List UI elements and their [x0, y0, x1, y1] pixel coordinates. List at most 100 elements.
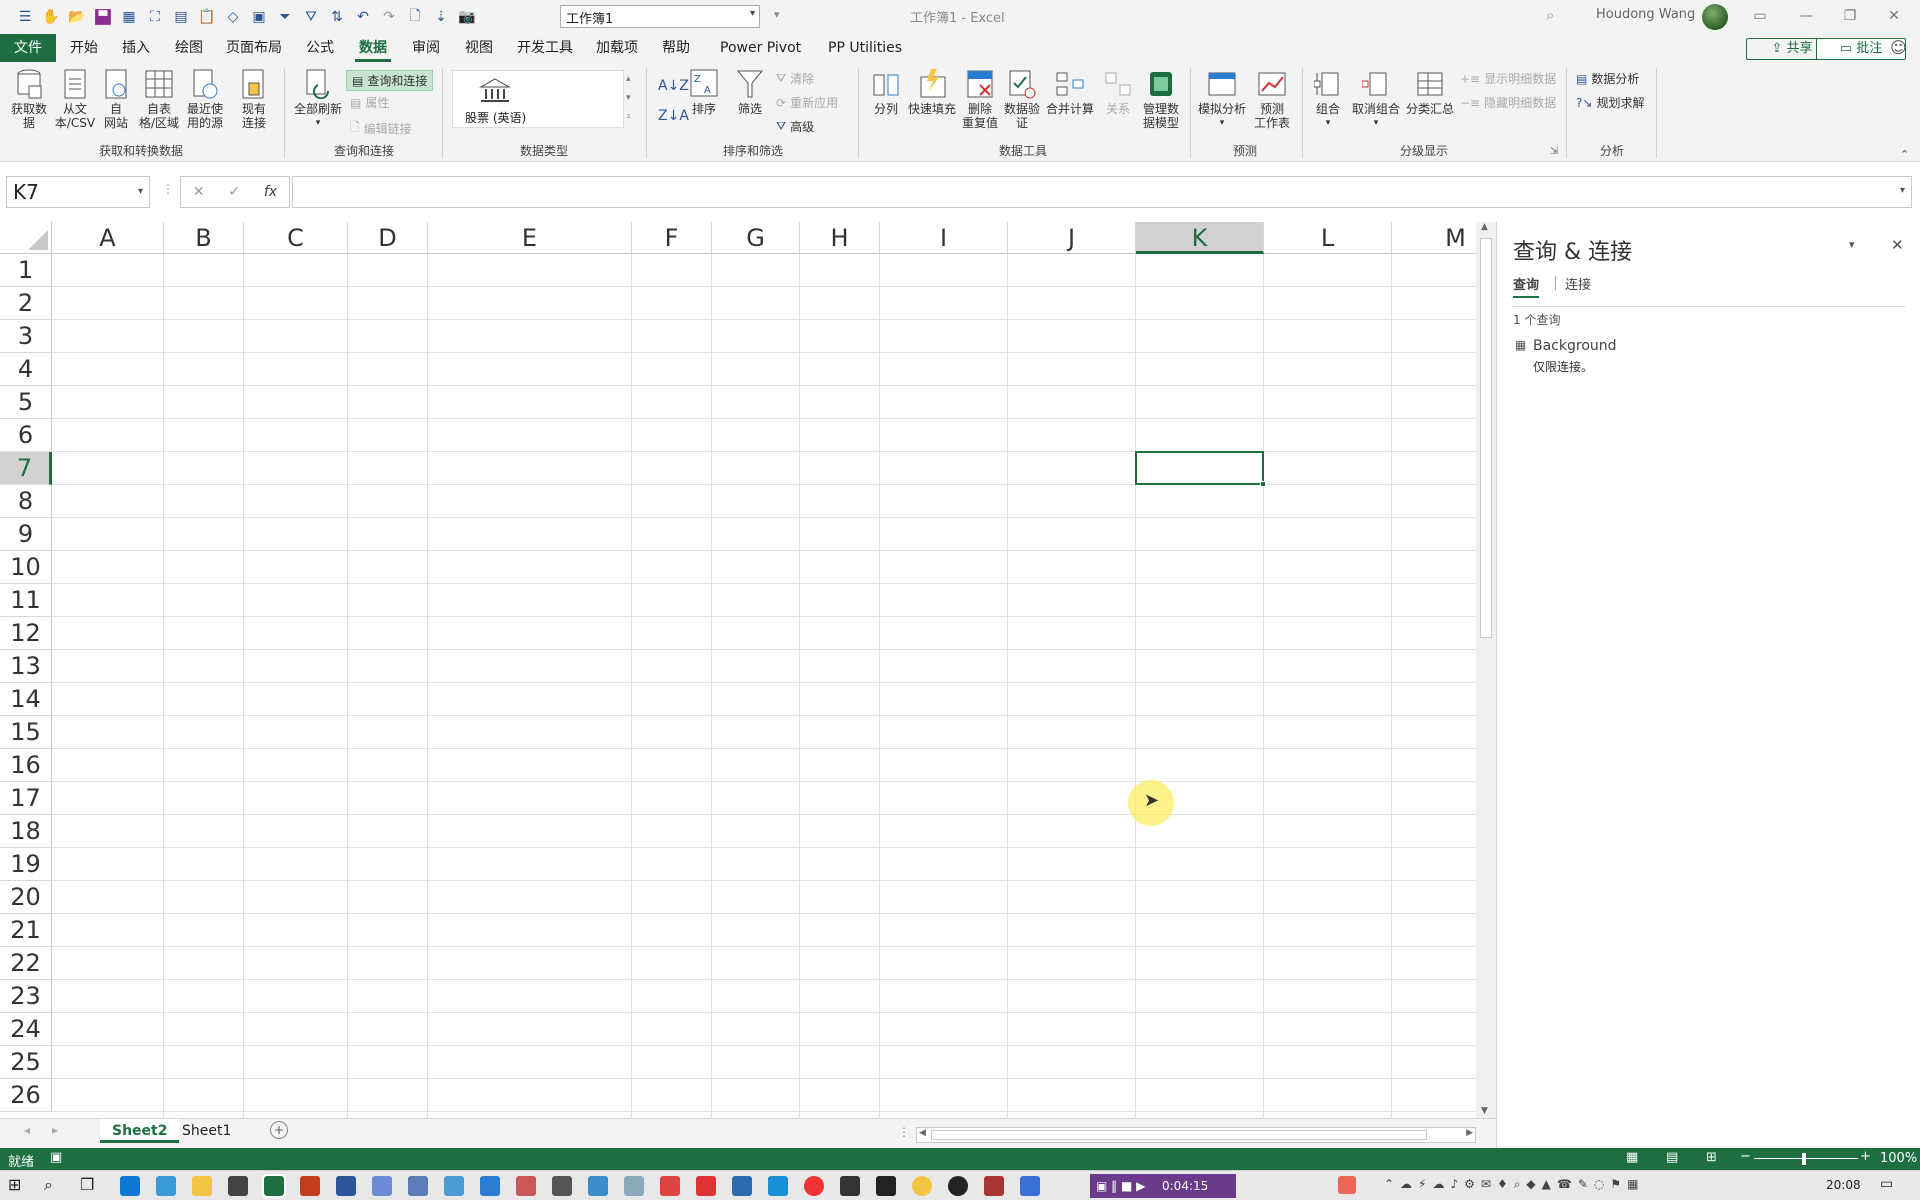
tab-queries[interactable]: 查询: [1513, 274, 1540, 298]
existing-connections-button[interactable]: 现有 连接: [234, 68, 274, 130]
form-icon[interactable]: ▤: [170, 6, 192, 28]
ribbon-display-icon[interactable]: ▭: [1740, 4, 1780, 28]
normal-view-icon[interactable]: ▦: [1626, 1150, 1638, 1165]
smiley-feedback-icon[interactable]: ☺: [1890, 38, 1907, 57]
solver-button[interactable]: ?↘ 规划求解: [1576, 94, 1644, 111]
relationships-button[interactable]: 关系: [1098, 68, 1138, 116]
chrome-icon[interactable]: [804, 1176, 824, 1196]
insert-function-icon[interactable]: fx: [264, 184, 277, 200]
dialog-launcher-icon[interactable]: ⇲: [1550, 146, 1558, 157]
tab-review[interactable]: 审阅: [408, 34, 444, 62]
open-icon[interactable]: 📂: [66, 6, 88, 28]
app-icon[interactable]: [516, 1176, 536, 1196]
data-validation-button[interactable]: 数据验 证: [1002, 68, 1042, 130]
row-header-16[interactable]: 16: [0, 749, 52, 782]
worksheet-grid[interactable]: ABCDEFGHIJKLM 1 2 3 4 5 6 7 8 9 10 11 12 13 14 15 16 17 1…: [0, 222, 1476, 1118]
scroll-right-icon[interactable]: ▶: [1466, 1128, 1473, 1138]
zoom-in-icon[interactable]: +: [1860, 1149, 1871, 1164]
data-types-gallery[interactable]: 股票 (英语): [452, 70, 624, 128]
column-header-h[interactable]: H: [800, 222, 880, 254]
sheet-tab-sheet1[interactable]: Sheet1: [170, 1119, 243, 1143]
zoom-out-icon[interactable]: −: [1740, 1149, 1751, 1164]
row-header-19[interactable]: 19: [0, 848, 52, 881]
row-header-17[interactable]: 17: [0, 782, 52, 815]
pane-options-icon[interactable]: ▾: [1849, 238, 1855, 251]
tab-insert[interactable]: 插入: [118, 34, 154, 62]
app-icon[interactable]: [408, 1176, 428, 1196]
row-header-12[interactable]: 12: [0, 617, 52, 650]
select-all-corner[interactable]: [0, 222, 52, 254]
zoom-level[interactable]: 100%: [1880, 1151, 1917, 1166]
excel-icon[interactable]: [262, 1174, 286, 1198]
clear-button[interactable]: ⛛ 清除: [776, 70, 814, 87]
new-file-icon[interactable]: 🗋: [404, 6, 426, 28]
column-header-i[interactable]: I: [880, 222, 1008, 254]
column-header-f[interactable]: F: [632, 222, 712, 254]
scroll-left-icon[interactable]: ◀: [919, 1128, 926, 1138]
scroll-up-icon[interactable]: ▲: [1481, 222, 1488, 232]
page-layout-view-icon[interactable]: ▤: [1666, 1150, 1678, 1165]
table-icon[interactable]: ▣: [248, 6, 270, 28]
tab-data[interactable]: 数据: [355, 34, 391, 62]
tab-view[interactable]: 视图: [461, 34, 497, 62]
show-detail-button[interactable]: +≡ 显示明细数据: [1460, 70, 1556, 87]
app-icon[interactable]: [1020, 1176, 1040, 1196]
row-header-15[interactable]: 15: [0, 716, 52, 749]
customize-qat-icon[interactable]: ☰: [14, 6, 36, 28]
what-if-button[interactable]: 模拟分析 ▾: [1196, 68, 1248, 130]
cancel-icon[interactable]: ✕: [193, 184, 205, 200]
row-header-9[interactable]: 9: [0, 518, 52, 551]
notifications-icon[interactable]: ▭: [1880, 1176, 1893, 1192]
app-icon[interactable]: [984, 1176, 1004, 1196]
redo-icon[interactable]: ↷: [378, 6, 400, 28]
consolidate-button[interactable]: 合并计算: [1044, 68, 1096, 116]
browser-icon[interactable]: [156, 1176, 176, 1196]
edge-icon[interactable]: [120, 1176, 140, 1196]
name-box[interactable]: K7 ▾: [6, 176, 150, 208]
avatar[interactable]: [1702, 4, 1728, 30]
data-analysis-button[interactable]: ▤ 数据分析: [1576, 70, 1639, 87]
tray-app-icon[interactable]: [1338, 1176, 1356, 1194]
minimize-icon[interactable]: —: [1786, 4, 1826, 28]
gallery-scroll[interactable]: ▴ ▾ ⩡: [626, 70, 631, 127]
column-header-b[interactable]: B: [164, 222, 244, 254]
touch-mode-icon[interactable]: ✋: [40, 6, 62, 28]
print-preview-icon[interactable]: ▦: [118, 6, 140, 28]
formula-input[interactable]: ▾: [292, 176, 1912, 208]
column-header-j[interactable]: J: [1008, 222, 1136, 254]
row-header-21[interactable]: 21: [0, 914, 52, 947]
page-break-view-icon[interactable]: ⊞: [1706, 1150, 1717, 1165]
qat-more-icon[interactable]: ▾: [774, 8, 780, 21]
clock[interactable]: 20:08: [1826, 1178, 1861, 1192]
row-header-26[interactable]: 26: [0, 1079, 52, 1112]
sort-az-icon[interactable]: ⇣: [430, 6, 452, 28]
row-header-11[interactable]: 11: [0, 584, 52, 617]
row-header-24[interactable]: 24: [0, 1013, 52, 1046]
from-table-button[interactable]: 自表 格/区域: [136, 68, 182, 130]
row-header-13[interactable]: 13: [0, 650, 52, 683]
column-header-e[interactable]: E: [428, 222, 632, 254]
clear-format-icon[interactable]: ◇: [222, 6, 244, 28]
queries-connections-button[interactable]: ▤ 查询和连接: [346, 70, 434, 91]
sort-ascending-icon[interactable]: A↓Z: [658, 78, 689, 94]
column-header-d[interactable]: D: [348, 222, 428, 254]
word-icon[interactable]: [336, 1176, 356, 1196]
tab-connections[interactable]: 连接: [1565, 274, 1591, 293]
tab-developer[interactable]: 开发工具: [513, 34, 577, 62]
row-header-2[interactable]: 2: [0, 287, 52, 320]
macro-record-icon[interactable]: ▣: [50, 1150, 62, 1165]
row-header-5[interactable]: 5: [0, 386, 52, 419]
app-icon[interactable]: [660, 1176, 680, 1196]
search-icon[interactable]: ⌕: [1546, 6, 1554, 24]
vertical-scrollbar[interactable]: ▲ ▼: [1476, 222, 1496, 1120]
windows-start-icon[interactable]: ⊞: [8, 1175, 21, 1194]
row-header-10[interactable]: 10: [0, 551, 52, 584]
app-icon[interactable]: [480, 1176, 500, 1196]
app-icon[interactable]: [876, 1176, 896, 1196]
sort-descending-icon[interactable]: Z↓A: [658, 108, 689, 124]
user-name[interactable]: Houdong Wang: [1596, 7, 1695, 22]
text-to-columns-button[interactable]: 分列: [866, 68, 906, 116]
row-header-8[interactable]: 8: [0, 485, 52, 518]
fill-handle[interactable]: [1260, 481, 1266, 487]
tab-splitter[interactable]: ⋮: [898, 1125, 910, 1139]
